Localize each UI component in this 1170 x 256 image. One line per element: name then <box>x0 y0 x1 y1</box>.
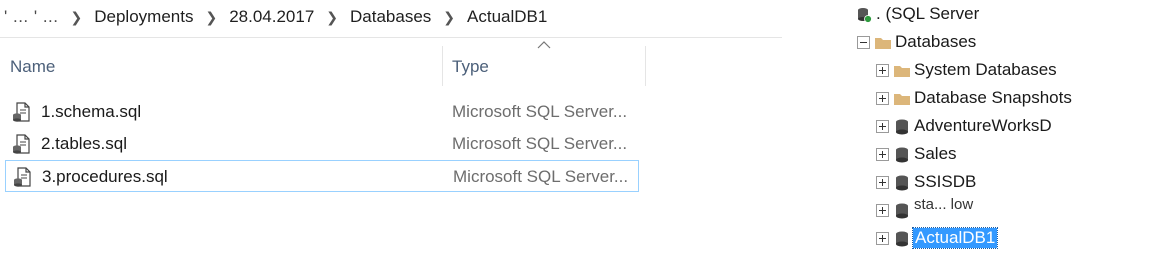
database-icon <box>896 203 908 219</box>
tree-label: System Databases <box>914 60 1057 79</box>
file-type: Microsoft SQL Server... <box>453 167 629 186</box>
file-type: Microsoft SQL Server... <box>452 102 628 121</box>
breadcrumb-divider <box>0 37 782 38</box>
folder-icon <box>894 66 910 77</box>
breadcrumb-deployments[interactable]: Deployments <box>88 7 199 27</box>
tree-node-databases[interactable]: Databases <box>852 30 1170 56</box>
tree-node-server[interactable]: . (SQL Server <box>852 2 1170 28</box>
chevron-right-icon[interactable]: ❯ <box>65 9 89 26</box>
column-divider[interactable] <box>442 46 443 86</box>
server-label: . (SQL Server <box>876 4 980 23</box>
file-row-selected[interactable]: 3.procedures.sql Microsoft SQL Server... <box>5 160 639 192</box>
expand-icon[interactable] <box>876 232 889 245</box>
tree-node-ssisdb[interactable]: SSISDB <box>852 170 1170 196</box>
tree-node-actualdb1[interactable]: ActualDB1 <box>852 226 1170 252</box>
breadcrumb-date[interactable]: 28.04.2017 <box>223 7 320 27</box>
tree-label-selected: ActualDB1 <box>911 227 999 249</box>
tree-node-adventureworks[interactable]: AdventureWorksD <box>852 114 1170 140</box>
folder-icon <box>875 38 891 49</box>
database-icon <box>896 147 908 163</box>
expand-icon[interactable] <box>876 120 889 133</box>
breadcrumb-obscured-path[interactable]: ' ... ' ... <box>0 7 65 27</box>
tree-label: Database Snapshots <box>914 88 1072 107</box>
server-connected-icon <box>858 8 872 23</box>
chevron-right-icon[interactable]: ❯ <box>199 9 223 26</box>
sql-file-icon <box>14 167 31 187</box>
collapse-icon[interactable] <box>857 36 870 49</box>
file-name: 3.procedures.sql <box>42 167 168 186</box>
expand-icon[interactable] <box>876 176 889 189</box>
expand-icon[interactable] <box>876 92 889 105</box>
expand-icon[interactable] <box>876 204 889 217</box>
folder-icon <box>894 94 910 105</box>
file-type: Microsoft SQL Server... <box>452 134 628 153</box>
tree-label: sta... low <box>914 196 974 213</box>
sql-file-icon <box>13 102 30 122</box>
file-name: 2.tables.sql <box>41 134 127 153</box>
database-icon <box>896 175 908 191</box>
expand-icon[interactable] <box>876 64 889 77</box>
object-explorer: . (SQL Server Databases System Databases… <box>852 0 1170 256</box>
chevron-right-icon[interactable]: ❯ <box>437 9 461 26</box>
breadcrumb-actualdb1[interactable]: ActualDB1 <box>461 7 553 27</box>
tree-label: AdventureWorksD <box>914 116 1052 135</box>
column-header-name[interactable]: Name <box>10 48 430 86</box>
database-icon <box>896 119 908 135</box>
breadcrumb-databases[interactable]: Databases <box>344 7 437 27</box>
tree-label: Sales <box>914 144 957 163</box>
tree-node-obscured-db[interactable]: sta... low <box>852 196 1170 224</box>
chevron-right-icon[interactable]: ❯ <box>320 9 344 26</box>
tree-node-sales[interactable]: Sales <box>852 142 1170 168</box>
sql-file-icon <box>13 134 30 154</box>
breadcrumb: ' ... ' ... ❯ Deployments ❯ 28.04.2017 ❯… <box>0 0 782 34</box>
databases-label: Databases <box>895 32 977 51</box>
database-icon <box>896 231 908 247</box>
file-row[interactable]: 2.tables.sql Microsoft SQL Server... <box>5 128 639 160</box>
tree-node-system-databases[interactable]: System Databases <box>852 58 1170 84</box>
column-header-type[interactable]: Type <box>452 48 642 86</box>
file-name: 1.schema.sql <box>41 102 142 121</box>
file-explorer: ' ... ' ... ❯ Deployments ❯ 28.04.2017 ❯… <box>0 0 782 256</box>
file-row[interactable]: 1.schema.sql Microsoft SQL Server... <box>5 96 639 128</box>
column-divider[interactable] <box>645 46 646 86</box>
tree-node-database-snapshots[interactable]: Database Snapshots <box>852 86 1170 112</box>
tree-label: SSISDB <box>914 172 977 191</box>
expand-icon[interactable] <box>876 148 889 161</box>
